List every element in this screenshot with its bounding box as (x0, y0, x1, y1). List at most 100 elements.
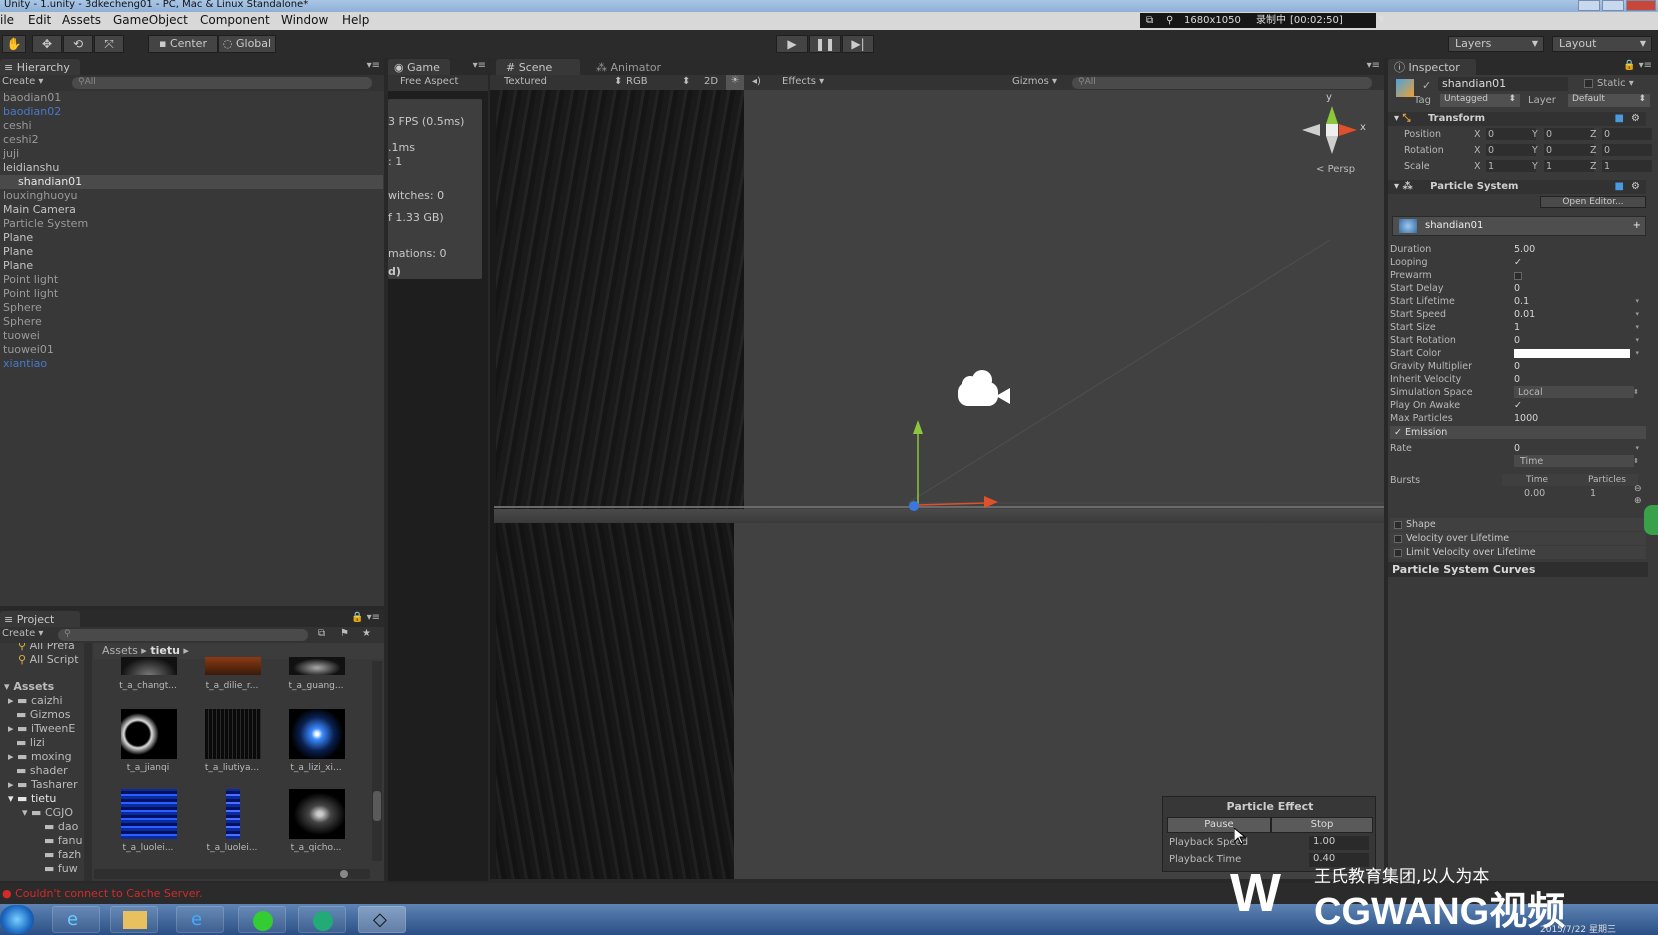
gizmo-z-handle[interactable] (909, 501, 919, 511)
gizmo-y-arrow[interactable] (913, 420, 923, 434)
favorite-item[interactable]: ⚲ All Script (18, 653, 90, 667)
taskbar-unity[interactable]: ◇ (358, 906, 406, 933)
playback-speed-field[interactable]: 1.00 (1309, 836, 1369, 850)
scale-x-field[interactable]: 1 (1486, 160, 1536, 172)
max-particles-field[interactable]: 1000 (1514, 412, 1538, 425)
scene-view[interactable]: y x < Persp Particle Effect Pause Stop P… (490, 90, 1384, 879)
recorder-dropdown-icon[interactable]: ▼ (1378, 13, 1385, 28)
duration-field[interactable]: 5.00 (1514, 243, 1535, 256)
shape-module-header[interactable]: Shape (1390, 518, 1646, 531)
chevron-down-icon[interactable]: ▾ (1635, 308, 1639, 321)
tab-game[interactable]: ◉ Game (388, 59, 450, 76)
static-checkbox[interactable] (1584, 78, 1593, 88)
tree-item[interactable]: ▬ lizi (16, 736, 90, 750)
color-mode-dropdown[interactable]: RGB ⬍ (626, 76, 690, 87)
start-size-field[interactable]: 1 (1514, 321, 1520, 334)
list-item[interactable]: xiantiao (0, 357, 383, 371)
status-message[interactable]: ● Couldn't connect to Cache Server. (2, 887, 203, 900)
chevron-down-icon[interactable]: ▾ (1635, 347, 1639, 360)
pivot-center-button[interactable]: ▪ Center (148, 35, 218, 53)
asset-scrollbar[interactable] (372, 661, 382, 861)
list-item[interactable]: leidianshu (0, 161, 383, 175)
tree-item-selected[interactable]: ▾ ▬ tietu (8, 792, 90, 806)
zoom-slider[interactable] (94, 869, 370, 879)
taskbar-app-green[interactable] (238, 906, 286, 933)
list-item[interactable]: ceshi2 (0, 133, 383, 147)
asset-thumbnail[interactable] (205, 657, 261, 675)
particle-system-header[interactable]: ▾ ⁂ Particle System ■ ⚙ (1388, 180, 1646, 194)
shape-checkbox[interactable] (1394, 520, 1402, 529)
layout-dropdown[interactable]: Layout ▼ (1552, 36, 1652, 52)
list-item[interactable]: Plane (0, 245, 383, 259)
list-item[interactable]: tuowei (0, 329, 383, 343)
effects-dropdown[interactable]: Effects ▾ (782, 76, 824, 87)
gravity-multiplier-field[interactable]: 0 (1514, 360, 1520, 373)
position-z-field[interactable]: 0 (1602, 128, 1652, 140)
start-delay-field[interactable]: 0 (1514, 282, 1520, 295)
active-checkbox[interactable]: ✓ (1422, 79, 1431, 92)
recorder-window-icon[interactable]: ⧉ (1146, 13, 1153, 28)
list-item[interactable]: Point light (0, 273, 383, 287)
taskbar-ie[interactable]: e (52, 906, 100, 933)
rotation-x-field[interactable]: 0 (1486, 144, 1536, 156)
looping-checkbox[interactable]: ✓ (1514, 256, 1522, 269)
open-editor-button[interactable]: Open Editor... (1540, 196, 1646, 208)
lighting-toggle[interactable]: ☀ (726, 75, 744, 91)
orientation-gizmo[interactable]: y x < Persp (1302, 92, 1376, 176)
menu-assets[interactable]: Assets (62, 13, 101, 27)
add-icon[interactable]: + (1633, 217, 1641, 235)
start-rotation-field[interactable]: 0 (1514, 334, 1520, 347)
camera-gizmo-icon[interactable] (958, 370, 1018, 410)
tree-item[interactable]: ▬ shader (16, 764, 90, 778)
rotation-y-field[interactable]: 0 (1544, 144, 1594, 156)
hierarchy-create-button[interactable]: Create ▾ (2, 76, 43, 87)
chevron-down-icon[interactable]: ▾ (1635, 442, 1639, 455)
chevron-down-icon[interactable]: ⬍ (1633, 455, 1639, 468)
gizmo-x-arrow[interactable] (984, 496, 998, 508)
scene-search-input[interactable]: ⚲All (1072, 77, 1372, 89)
velocity-checkbox[interactable] (1394, 534, 1402, 543)
menu-window[interactable]: Window (281, 13, 328, 27)
gear-icon[interactable]: ⚙ (1631, 112, 1640, 126)
start-lifetime-field[interactable]: 0.1 (1514, 295, 1529, 308)
menu-file[interactable]: ile (0, 13, 14, 27)
aspect-dropdown[interactable]: Free Aspect (400, 76, 458, 87)
burst-particles-field[interactable]: 1 (1590, 487, 1596, 500)
rate-mode-dropdown[interactable]: Time (1514, 455, 1634, 467)
step-button[interactable]: ▶| (842, 35, 874, 53)
chevron-down-icon[interactable]: ▾ (1635, 295, 1639, 308)
taskbar-explorer[interactable] (110, 906, 158, 933)
prewarm-box[interactable] (1514, 271, 1522, 280)
move-tool-button[interactable]: ✥ (32, 35, 62, 53)
book-icon[interactable]: ■ (1615, 112, 1624, 126)
inherit-velocity-field[interactable]: 0 (1514, 373, 1520, 386)
rotation-z-field[interactable]: 0 (1602, 144, 1652, 156)
tab-inspector[interactable]: ⓘ Inspector (1388, 59, 1476, 76)
hierarchy-search-input[interactable]: ⚲All (72, 77, 372, 89)
start-button[interactable] (0, 905, 34, 934)
scrollbar-thumb[interactable] (373, 791, 381, 821)
side-scroll-indicator[interactable] (1644, 505, 1658, 535)
scale-tool-button[interactable]: ⤧ (94, 35, 124, 53)
tree-item[interactable]: ▸ ▬ iTweenE (8, 722, 90, 736)
panel-menu-icon[interactable]: 🔒 ▾≡ (1623, 60, 1652, 71)
chevron-down-icon[interactable]: ⬍ (1633, 386, 1639, 399)
particle-module-title[interactable]: shandian01 + (1392, 216, 1646, 236)
tree-item[interactable]: ▸ ▬ Tasharer (8, 778, 90, 792)
play-button[interactable]: ▶ (776, 35, 808, 53)
panel-menu-icon[interactable]: 🔒 ▾≡ (351, 612, 380, 623)
book-icon[interactable]: ■ (1615, 180, 1624, 194)
render-mode-dropdown[interactable]: Textured ⬍ (504, 76, 622, 87)
recorder-zoom-icon[interactable]: ⚲ (1166, 13, 1173, 28)
limit-velocity-checkbox[interactable] (1394, 548, 1402, 557)
prewarm-checkbox[interactable] (1514, 269, 1526, 282)
gizmos-dropdown[interactable]: Gizmos ▾ (1012, 76, 1057, 87)
tree-item[interactable]: ▾ ▬ CGJO (22, 806, 90, 820)
transform-header[interactable]: ▾ ⤡ Transform ■ ⚙ (1388, 112, 1646, 126)
velocity-module-header[interactable]: Velocity over Lifetime (1390, 532, 1646, 545)
pause-button[interactable]: ❚❚ (809, 35, 841, 53)
pause-effect-button[interactable]: Pause (1167, 817, 1271, 833)
scale-z-field[interactable]: 1 (1602, 160, 1652, 172)
mode-2d-toggle[interactable]: 2D (704, 76, 718, 87)
play-on-awake-checkbox[interactable]: ✓ (1514, 399, 1522, 412)
